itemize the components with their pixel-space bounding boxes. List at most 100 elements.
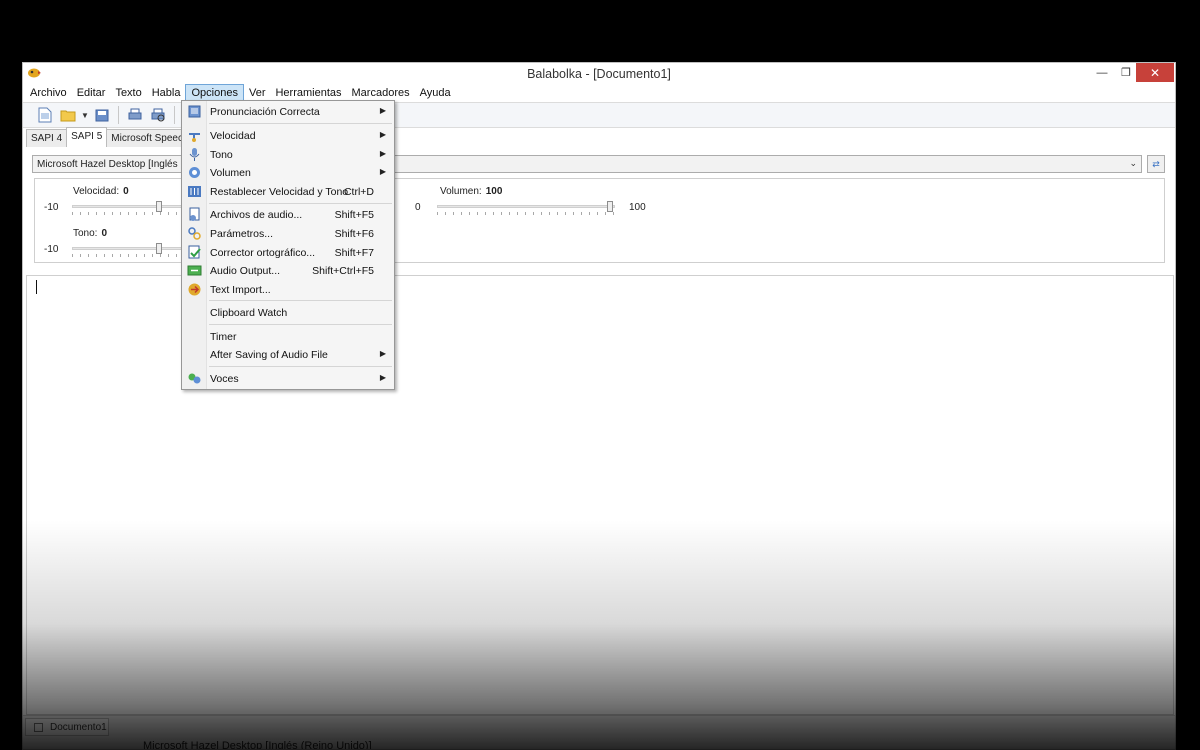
audio-file-icon xyxy=(189,207,200,221)
speed-slider-thumb[interactable] xyxy=(156,201,162,212)
submenu-arrow-icon: ▶ xyxy=(379,149,386,158)
print-button[interactable] xyxy=(125,105,145,125)
menu-separator xyxy=(209,203,392,204)
menu-item-label: Audio Output... xyxy=(210,265,281,277)
volume-min: 0 xyxy=(415,202,421,213)
menu-texto[interactable]: Texto xyxy=(110,84,146,102)
menu-archivo[interactable]: Archivo xyxy=(25,84,72,102)
menu-item-shortcut: Shift+F6 xyxy=(334,228,374,240)
menu-item-label: Pronunciación Correcta xyxy=(210,106,320,118)
menu-item-audio-files[interactable]: Archivos de audio... Shift+F5 xyxy=(182,205,394,224)
menu-item-parameters[interactable]: Parámetros... Shift+F6 xyxy=(182,224,394,243)
menu-item-label: Restablecer Velocidad y Tono xyxy=(210,186,349,198)
engine-tabs: SAPI 4 SAPI 5 Microsoft Speech P xyxy=(26,127,203,147)
print-icon xyxy=(128,108,142,120)
print-preview-button[interactable] xyxy=(148,105,168,125)
import-icon xyxy=(188,283,201,296)
menu-item-clipboard-watch[interactable]: Clipboard Watch xyxy=(182,303,394,322)
tab-sapi4[interactable]: SAPI 4 xyxy=(26,129,68,147)
volume-value: 100 xyxy=(485,186,503,197)
menu-item-shortcut: Shift+Ctrl+F5 xyxy=(312,265,374,277)
menu-item-voices[interactable]: Voces ▶ xyxy=(182,369,394,388)
toolbar-separator xyxy=(118,106,119,124)
menu-item-volume[interactable]: Volumen ▶ xyxy=(182,163,394,182)
status-voice-text: Microsoft Hazel Desktop [Inglés (Reino U… xyxy=(143,740,372,750)
status-bar: Documento1 Microsoft Hazel Desktop [Ingl… xyxy=(23,715,1175,750)
volume-slider-thumb[interactable] xyxy=(607,201,613,212)
speed-min: -10 xyxy=(44,202,59,213)
folder-icon xyxy=(60,110,76,122)
restore-button[interactable]: ❐ xyxy=(1115,63,1137,82)
menu-ayuda[interactable]: Ayuda xyxy=(415,84,456,102)
menu-item-after-saving[interactable]: After Saving of Audio File ▶ xyxy=(182,345,394,364)
document-tab-label: Documento1 xyxy=(50,722,107,733)
menu-editar[interactable]: Editar xyxy=(72,84,111,102)
menu-habla[interactable]: Habla xyxy=(147,84,186,102)
menu-item-label: After Saving of Audio File xyxy=(210,349,328,361)
close-button[interactable]: ✕ xyxy=(1136,63,1174,82)
chevron-down-icon: ⌄ xyxy=(1129,158,1137,168)
speedometer-icon xyxy=(189,133,200,142)
volume-max: 100 xyxy=(629,202,646,213)
minimize-button[interactable]: — xyxy=(1091,63,1113,82)
print-preview-icon xyxy=(151,108,165,122)
title-bar: Balabolka - [Documento1] — ❐ ✕ xyxy=(23,63,1175,84)
submenu-arrow-icon: ▶ xyxy=(379,167,386,176)
menu-item-speed[interactable]: Velocidad ▶ xyxy=(182,126,394,145)
menu-item-label: Text Import... xyxy=(210,284,271,296)
menu-item-shortcut: Shift+F5 xyxy=(334,209,374,221)
menu-item-label: Voces xyxy=(210,373,239,385)
volume-label: Volumen: 100 xyxy=(440,186,503,197)
speed-slider[interactable] xyxy=(72,201,182,215)
voices-icon xyxy=(188,373,201,384)
text-caret xyxy=(36,280,37,294)
pitch-slider-thumb[interactable] xyxy=(156,243,162,254)
menu-item-label: Corrector ortográfico... xyxy=(210,247,316,259)
settings-icon xyxy=(188,227,201,240)
document-icon xyxy=(34,723,43,732)
document-tab[interactable]: Documento1 xyxy=(25,718,109,736)
tab-sapi5[interactable]: SAPI 5 xyxy=(66,127,108,147)
options-dropdown-menu: Pronunciación Correcta ▶ Velocidad ▶ Ton… xyxy=(181,100,395,390)
open-button[interactable] xyxy=(58,105,78,125)
menu-item-reset-speed-pitch[interactable]: Restablecer Velocidad y Tono Ctrl+D xyxy=(182,182,394,201)
menu-item-label: Timer xyxy=(210,331,237,343)
menu-item-label: Parámetros... xyxy=(210,228,274,240)
voice-refresh-button[interactable]: ⇄ xyxy=(1147,155,1165,173)
window-title: Balabolka - [Documento1] xyxy=(527,67,671,81)
volume-slider[interactable] xyxy=(437,201,615,215)
pitch-slider[interactable] xyxy=(72,243,182,257)
menu-item-audio-output[interactable]: Audio Output... Shift+Ctrl+F5 xyxy=(182,261,394,280)
microphone-icon xyxy=(189,148,200,161)
menu-item-pronunciation[interactable]: Pronunciación Correcta ▶ xyxy=(182,102,394,121)
menu-item-timer[interactable]: Timer xyxy=(182,327,394,346)
menu-item-pitch[interactable]: Tono ▶ xyxy=(182,145,394,164)
menu-item-label: Archivos de audio... xyxy=(210,209,303,221)
pitch-min: -10 xyxy=(44,244,59,255)
audio-output-icon xyxy=(187,265,202,276)
speaker-icon xyxy=(189,167,200,178)
submenu-arrow-icon: ▶ xyxy=(379,349,386,358)
menu-separator xyxy=(209,366,392,367)
new-document-button[interactable] xyxy=(35,105,55,125)
menu-separator xyxy=(209,300,392,301)
menu-item-label: Volumen xyxy=(210,167,251,179)
submenu-arrow-icon: ▶ xyxy=(379,106,386,115)
menu-item-label: Velocidad xyxy=(210,130,256,142)
spellcheck-icon xyxy=(188,245,201,259)
open-dropdown-arrow[interactable]: ▼ xyxy=(81,105,89,125)
save-icon xyxy=(95,109,109,122)
toolbar-separator xyxy=(174,106,175,124)
pitch-value: 0 xyxy=(101,228,108,239)
voice-select-value: Microsoft Hazel Desktop [Inglés (Rei xyxy=(37,159,199,170)
speed-value: 0 xyxy=(123,186,129,197)
menu-item-label: Tono xyxy=(210,149,233,161)
speed-label: Velocidad: 0 xyxy=(73,186,129,197)
menu-item-spellcheck[interactable]: Corrector ortográfico... Shift+F7 xyxy=(182,243,394,262)
save-button[interactable] xyxy=(92,105,112,125)
pitch-label: Tono: 0 xyxy=(73,228,108,239)
submenu-arrow-icon: ▶ xyxy=(379,130,386,139)
new-document-icon xyxy=(38,107,52,123)
menu-item-text-import[interactable]: Text Import... xyxy=(182,280,394,299)
refresh-icon: ⇄ xyxy=(1152,158,1160,169)
